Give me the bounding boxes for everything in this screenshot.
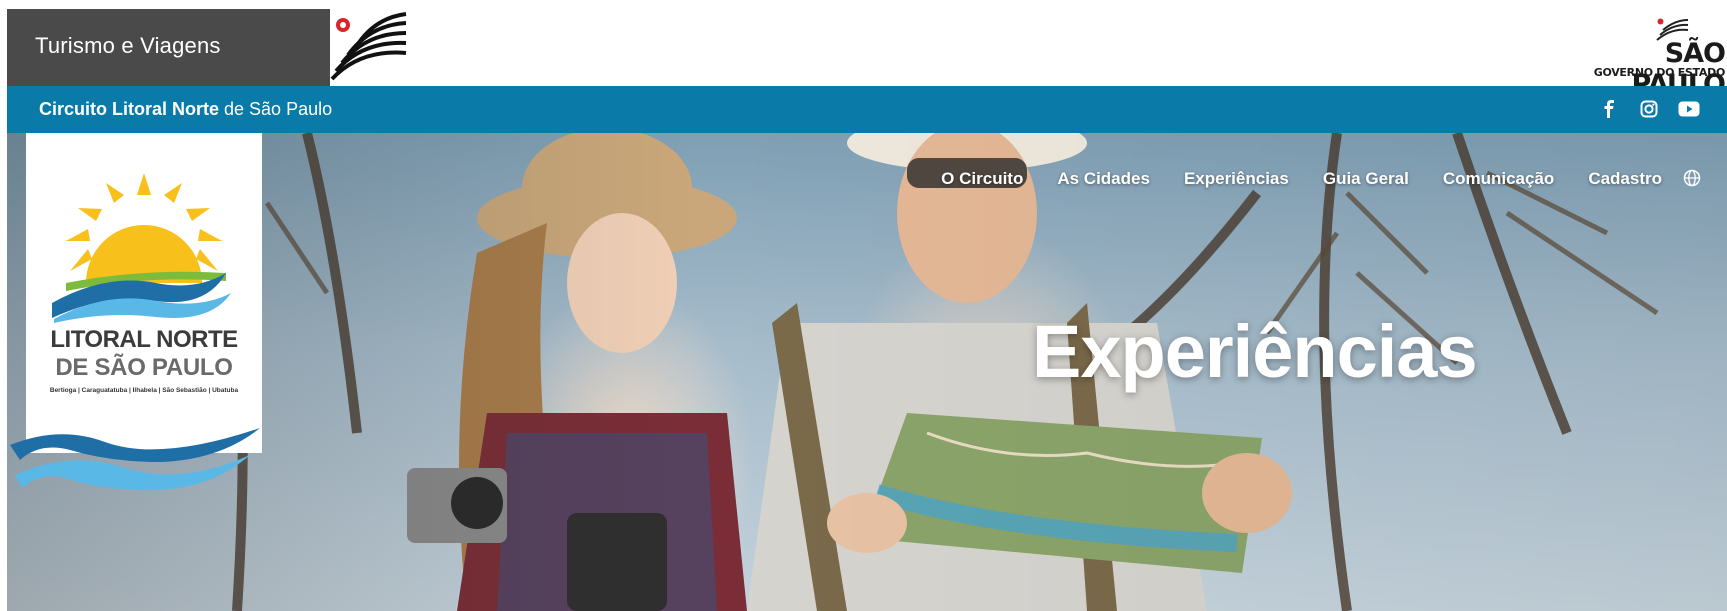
litoral-norte-logo[interactable]: LITORAL NORTE DE SÃO PAULO Bertioga | Ca… [26,133,262,453]
logo-line-2: DE SÃO PAULO [55,354,233,381]
government-label[interactable]: Turismo e Viagens [35,33,221,59]
youtube-icon[interactable] [1677,97,1701,121]
circuit-title-rest: de São Paulo [219,99,333,119]
nav-item-as-cidades[interactable]: As Cidades [1040,169,1167,189]
hero-title: Experiências [1032,310,1478,393]
logo-cities: Bertioga | Caraguatatuba | Ilhabela | Sã… [49,387,239,394]
circuit-title[interactable]: Circuito Litoral Norte de São Paulo [39,99,332,120]
nav-item-comunicacao[interactable]: Comunicação [1426,169,1571,189]
facebook-icon[interactable] [1597,97,1621,121]
circuit-bar: Circuito Litoral Norte de São Paulo [7,86,1727,133]
sao-paulo-government-logo[interactable]: SÃO PAULO GOVERNO DO ESTADO [1577,16,1727,100]
hero-banner: O Circuito As Cidades Experiências Guia … [7,133,1727,611]
circuit-title-bold: Circuito Litoral Norte [39,99,220,119]
nav-item-cadastro[interactable]: Cadastro [1571,169,1679,189]
government-header: Turismo e Viagens SÃO PAULO GOVERNO DO E… [0,0,1727,100]
instagram-icon[interactable] [1637,97,1661,121]
sun-wave-emblem-icon [52,173,231,323]
main-navigation: O Circuito As Cidades Experiências Guia … [924,169,1679,189]
logo-subtitle: GOVERNO DO ESTADO [1593,66,1726,79]
nav-item-guia-geral[interactable]: Guia Geral [1306,169,1426,189]
sao-paulo-flag-icon [330,9,408,86]
nav-item-o-circuito[interactable]: O Circuito [924,169,1040,189]
globe-icon[interactable] [1683,169,1701,187]
nav-item-experiencias[interactable]: Experiências [1167,169,1306,189]
logo-waves-icon [10,428,260,490]
logo-line-1: LITORAL NORTE [50,326,238,353]
